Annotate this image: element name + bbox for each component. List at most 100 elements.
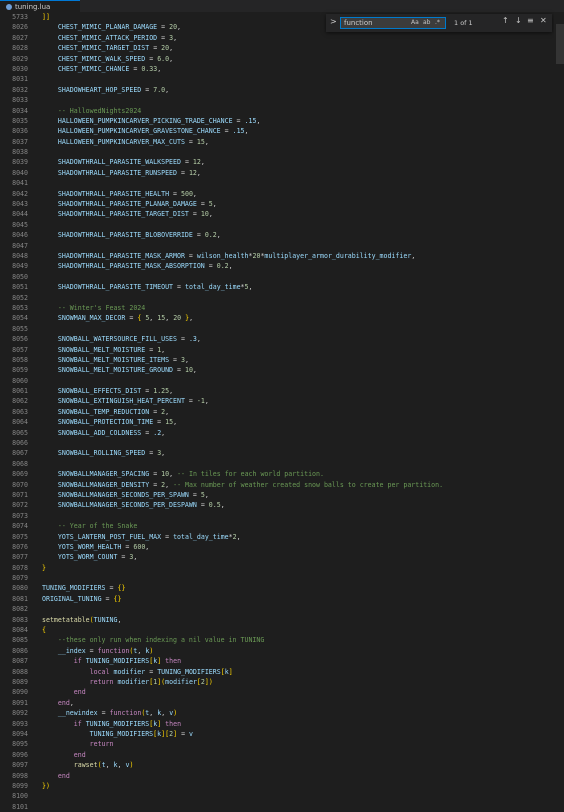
code-line[interactable]: 8049 SHADOWTHRALL_PARASITE_MASK_ABSORPTI… xyxy=(0,261,564,271)
code-line[interactable]: 8075 YOTS_LANTERN_POST_FUEL_MAX = total_… xyxy=(0,532,564,542)
find-input[interactable]: function Aa ab .* xyxy=(340,17,446,29)
line-text: -- Winter's Feast 2024 xyxy=(57,303,146,312)
next-match-icon[interactable]: ↓ xyxy=(515,16,522,25)
code-line[interactable]: 8048 SHADOWTHRALL_PARASITE_MASK_ARMOR = … xyxy=(0,251,564,261)
code-line[interactable]: 8059 SNOWBALL_MELT_MOISTURE_GROUND = 10, xyxy=(0,365,564,375)
code-line[interactable]: 8074 -- Year of the Snake xyxy=(0,521,564,531)
line-number: 8080 xyxy=(12,584,28,593)
code-line[interactable]: 8054 SNOWMAN_MAX_DECOR = { 5, 15, 20 }, xyxy=(0,313,564,323)
code-line[interactable]: 8039 SHADOWTHRALL_PARASITE_WALKSPEED = 1… xyxy=(0,157,564,167)
code-line[interactable]: 8072 SNOWBALLMANAGER_SECONDS_PER_DESPAWN… xyxy=(0,500,564,510)
code-line[interactable]: 8077 YOTS_WORM_COUNT = 3, xyxy=(0,552,564,562)
code-line[interactable]: 8099}) xyxy=(0,781,564,791)
code-line[interactable]: 8098 end xyxy=(0,771,564,781)
code-line[interactable]: 8047 xyxy=(0,241,564,251)
code-line[interactable]: 8051 SHADOWTHRALL_PARASITE_TIMEOUT = tot… xyxy=(0,282,564,292)
code-line[interactable]: 8092 __newindex = function(t, k, v) xyxy=(0,708,564,718)
code-line[interactable]: 8101 xyxy=(0,802,564,812)
code-line[interactable]: 8065 SNOWBALL_ADD_COLDNESS = .2, xyxy=(0,428,564,438)
code-line[interactable]: 8091 end, xyxy=(0,698,564,708)
code-line[interactable]: 8064 SNOWBALL_PROTECTION_TIME = 15, xyxy=(0,417,564,427)
code-line[interactable]: 8084 { xyxy=(0,625,564,635)
code-line[interactable]: 8041 xyxy=(0,178,564,188)
code-line[interactable]: 8042 SHADOWTHRALL_PARASITE_HEALTH = 500, xyxy=(0,189,564,199)
line-text: SHADOWTHRALL_PARASITE_BLOBOVERRIDE = 0.2… xyxy=(57,231,221,240)
previous-match-icon[interactable]: ↑ xyxy=(502,16,509,25)
line-text: SNOWBALLMANAGER_SECONDS_PER_SPAWN = 5, xyxy=(57,490,209,499)
code-line[interactable]: 8037 HALLOWEEN_PUMPKINCARVER_MAX_CUTS = … xyxy=(0,137,564,147)
code-line[interactable]: 8033 xyxy=(0,95,564,105)
code-line[interactable]: 8100 xyxy=(0,791,564,801)
code-line[interactable]: 8034 -- HallowedNights2024 xyxy=(0,106,564,116)
code-line[interactable]: 8090 end xyxy=(0,687,564,697)
match-case-icon[interactable]: Aa xyxy=(411,19,419,26)
tab-tuning-lua[interactable]: tuning.lua xyxy=(0,0,80,12)
toggle-replace-icon[interactable]: > xyxy=(330,17,337,26)
code-line[interactable]: 8078} xyxy=(0,563,564,573)
line-text: TUNING_MODIFIERS = {} xyxy=(42,584,126,593)
code-line[interactable]: 8055 xyxy=(0,324,564,334)
code-line[interactable]: 8050 xyxy=(0,272,564,282)
close-icon[interactable]: ✕ xyxy=(540,16,547,25)
code-line[interactable]: 8036 HALLOWEEN_PUMPKINCARVER_GRAVESTONE_… xyxy=(0,126,564,136)
line-text: }) xyxy=(42,781,50,790)
code-line[interactable]: 8045 xyxy=(0,220,564,230)
code-line[interactable]: 8088 local modifier = TUNING_MODIFIERS[k… xyxy=(0,667,564,677)
whole-word-icon[interactable]: ab xyxy=(423,19,431,26)
code-line[interactable]: 8089 return modifier[1](modifier[2]) xyxy=(0,677,564,687)
find-in-selection-icon[interactable]: ≡ xyxy=(527,16,534,25)
code-line[interactable]: 8052 xyxy=(0,293,564,303)
line-text: SNOWBALLMANAGER_DENSITY = 2, -- Max numb… xyxy=(57,480,444,489)
code-line[interactable]: 8073 xyxy=(0,511,564,521)
code-line[interactable]: 8038 xyxy=(0,147,564,157)
code-line[interactable]: 8067 SNOWBALL_ROLLING_SPEED = 3, xyxy=(0,448,564,458)
code-line[interactable]: 8081 ORIGINAL_TUNING = {} xyxy=(0,594,564,604)
code-line[interactable]: 8043 SHADOWTHRALL_PARASITE_PLANAR_DAMAGE… xyxy=(0,199,564,209)
code-line[interactable]: 8086 __index = function(t, k) xyxy=(0,646,564,656)
code-line[interactable]: 8070 SNOWBALLMANAGER_DENSITY = 2, -- Max… xyxy=(0,480,564,490)
code-line[interactable]: 8079 xyxy=(0,573,564,583)
code-line[interactable]: 8094 TUNING_MODIFIERS[k][2] = v xyxy=(0,729,564,739)
code-editor[interactable]: 5733]] 8026 CHEST_MIMIC_PLANAR_DAMAGE = 2… xyxy=(0,12,564,811)
code-line[interactable]: 8027 CHEST_MIMIC_ATTACK_PERIOD = 3, xyxy=(0,33,564,43)
code-line[interactable]: 8071 SNOWBALLMANAGER_SECONDS_PER_SPAWN =… xyxy=(0,490,564,500)
code-line[interactable]: 8096 end xyxy=(0,750,564,760)
code-line[interactable]: 8087 if TUNING_MODIFIERS[k] then xyxy=(0,656,564,666)
code-line[interactable]: 8068 xyxy=(0,459,564,469)
code-line[interactable]: 8031 xyxy=(0,74,564,84)
code-line[interactable]: 8029 CHEST_MIMIC_WALK_SPEED = 6.0, xyxy=(0,54,564,64)
code-line[interactable]: 8063 SNOWBALL_TEMP_REDUCTION = 2, xyxy=(0,407,564,417)
code-line[interactable]: 8093 if TUNING_MODIFIERS[k] then xyxy=(0,719,564,729)
code-line[interactable]: 8076 YOTS_WORM_HEALTH = 600, xyxy=(0,542,564,552)
code-line[interactable]: 8083 setmetatable(TUNING, xyxy=(0,615,564,625)
line-number: 8076 xyxy=(12,542,28,551)
line-number: 8078 xyxy=(12,563,28,572)
code-line[interactable]: 8044 SHADOWTHRALL_PARASITE_TARGET_DIST =… xyxy=(0,209,564,219)
code-line[interactable]: 8056 SNOWBALL_WATERSOURCE_FILL_USES = .3… xyxy=(0,334,564,344)
scrollbar-thumb[interactable] xyxy=(556,24,564,64)
code-line[interactable]: 8061 SNOWBALL_EFFECTS_DIST = 1.25, xyxy=(0,386,564,396)
line-text: SHADOWTHRALL_PARASITE_TIMEOUT = total_da… xyxy=(57,283,253,292)
code-line[interactable]: 8069 SNOWBALLMANAGER_SPACING = 10, -- In… xyxy=(0,469,564,479)
code-line[interactable]: 8053 -- Winter's Feast 2024 xyxy=(0,303,564,313)
code-line[interactable]: 8062 SNOWBALL_EXTINGUISH_HEAT_PERCENT = … xyxy=(0,396,564,406)
code-line[interactable]: 8057 SNOWBALL_MELT_MOISTURE = 1, xyxy=(0,345,564,355)
code-line[interactable]: 8032 SHADOWHEART_HOP_SPEED = 7.0, xyxy=(0,85,564,95)
code-line[interactable]: 8060 xyxy=(0,376,564,386)
line-text: return modifier[1](modifier[2]) xyxy=(89,678,213,686)
code-line[interactable]: 8066 xyxy=(0,438,564,448)
code-line[interactable]: 8028 CHEST_MIMIC_TARGET_DIST = 20, xyxy=(0,43,564,53)
code-line[interactable]: 8040 SHADOWTHRALL_PARASITE_RUNSPEED = 12… xyxy=(0,168,564,178)
code-line[interactable]: 8080 TUNING_MODIFIERS = {} xyxy=(0,583,564,593)
code-line[interactable]: 8046 SHADOWTHRALL_PARASITE_BLOBOVERRIDE … xyxy=(0,230,564,240)
code-line[interactable]: 8058 SNOWBALL_MELT_MOISTURE_ITEMS = 3, xyxy=(0,355,564,365)
find-query: function xyxy=(344,19,373,27)
regex-icon[interactable]: .* xyxy=(435,19,440,26)
code-line[interactable]: 8095 return xyxy=(0,739,564,749)
code-line[interactable]: 8097 rawset(t, k, v) xyxy=(0,760,564,770)
code-line[interactable]: 8085 --these only run when indexing a ni… xyxy=(0,635,564,645)
code-line[interactable]: 8035 HALLOWEEN_PUMPKINCARVER_PICKING_TRA… xyxy=(0,116,564,126)
code-line[interactable]: 8082 xyxy=(0,604,564,614)
code-line[interactable]: 8030 CHEST_MIMIC_CHANCE = 0.33, xyxy=(0,64,564,74)
vertical-scrollbar[interactable] xyxy=(554,12,564,800)
